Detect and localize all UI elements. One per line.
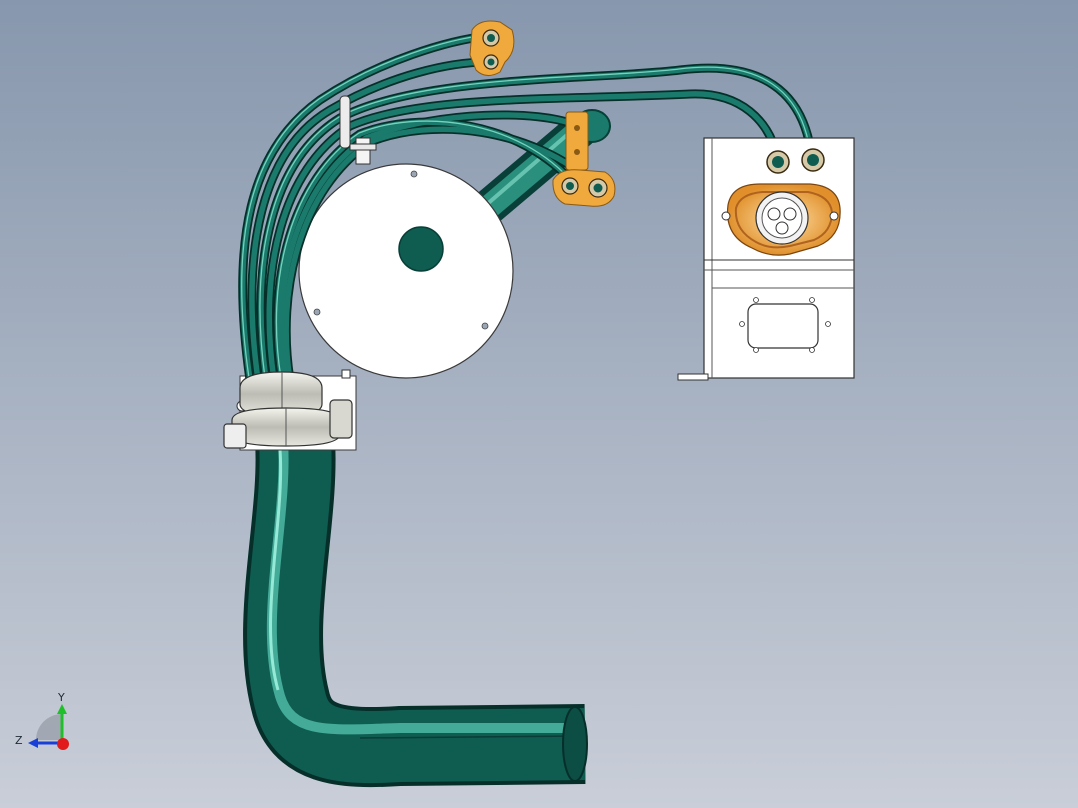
lower-hose-flange[interactable] [552,169,616,207]
z-axis-label: Z [15,734,23,747]
hose-end-opening [562,706,588,782]
circular-cover-plate[interactable] [298,163,514,379]
center-port [398,226,444,272]
panel-hose-fitting [766,150,790,174]
middle-hose-bracket[interactable] [565,111,589,171]
panel-cutout [747,303,819,349]
bolt-hole [313,308,321,316]
clamp-bolt[interactable] [223,423,247,449]
cad-viewport[interactable]: Y Z [0,0,1078,808]
bolt-hole [410,170,418,178]
bolt-hole [481,322,489,330]
electrical-panel[interactable] [677,137,855,381]
y-axis-label: Y [57,691,65,704]
panel-hose-fitting [801,148,825,172]
x-axis-origin [57,738,69,750]
